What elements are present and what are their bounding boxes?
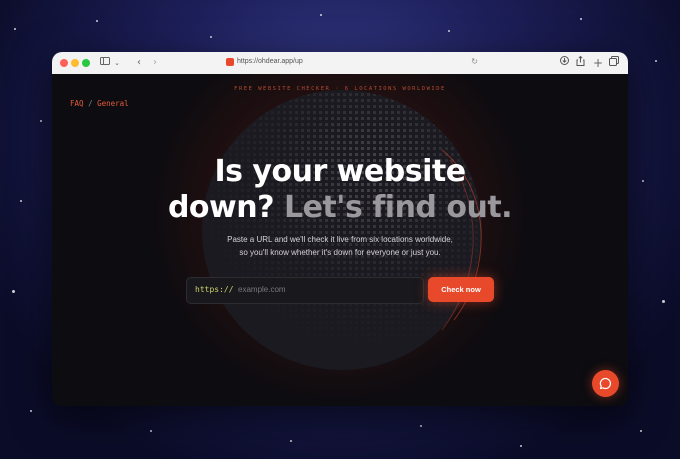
breadcrumb-faq-link[interactable]: FAQ <box>70 99 84 108</box>
chat-button[interactable] <box>592 370 619 397</box>
browser-window: ⌄ ‹ › https://ohdear.app/up ↻ + FAQ / Ge… <box>52 52 628 406</box>
url-prefix: https:// <box>195 285 234 294</box>
check-now-button[interactable]: Check now <box>428 277 494 302</box>
subtitle-line-1: Paste a URL and we'll check it live from… <box>227 235 453 244</box>
headline-bright-text: down? <box>167 190 275 225</box>
address-bar[interactable]: https://ohdear.app/up ↻ <box>222 57 478 69</box>
reload-icon[interactable]: ↻ <box>471 57 478 67</box>
breadcrumb-general-link[interactable]: General <box>97 99 129 108</box>
globe-illustration <box>202 90 482 370</box>
hero-eyebrow: FREE WEBSITE CHECKER · 6 LOCATIONS WORLD… <box>234 86 446 92</box>
share-icon[interactable] <box>574 55 586 70</box>
headline-muted-text: Let's find out. <box>283 190 513 225</box>
headline-line-1: Is your website <box>214 154 466 189</box>
headline-line-2: down? Let's find out. <box>52 190 628 226</box>
back-icon[interactable]: ‹ <box>134 56 144 70</box>
close-window-button[interactable] <box>60 59 68 67</box>
url-placeholder: example.com <box>238 285 286 294</box>
chat-icon <box>599 377 612 390</box>
page-content: FAQ / General FREE WEBSITE CHECKER · 6 L… <box>52 74 628 406</box>
sidebar-icon[interactable] <box>99 56 111 70</box>
breadcrumb: FAQ / General <box>70 99 129 108</box>
url-input[interactable]: https:// example.com <box>186 277 424 304</box>
tabs-icon[interactable] <box>608 56 620 70</box>
hero-subtitle: Paste a URL and we'll check it live from… <box>52 234 628 259</box>
maximize-window-button[interactable] <box>82 59 90 67</box>
download-icon[interactable] <box>558 56 570 70</box>
minimize-window-button[interactable] <box>71 59 79 67</box>
site-favicon <box>226 58 234 66</box>
subtitle-line-2: so you'll know whether it's down for eve… <box>239 247 441 257</box>
forward-icon[interactable]: › <box>150 56 160 70</box>
plus-icon[interactable]: + <box>592 56 604 70</box>
address-bar-url: https://ohdear.app/up <box>237 58 303 65</box>
breadcrumb-separator: / <box>88 99 93 108</box>
chevron-down-icon[interactable]: ⌄ <box>113 56 121 70</box>
hero-headline: Is your website down? Let's find out. <box>52 154 628 226</box>
browser-toolbar: ⌄ ‹ › https://ohdear.app/up ↻ + <box>52 52 628 75</box>
